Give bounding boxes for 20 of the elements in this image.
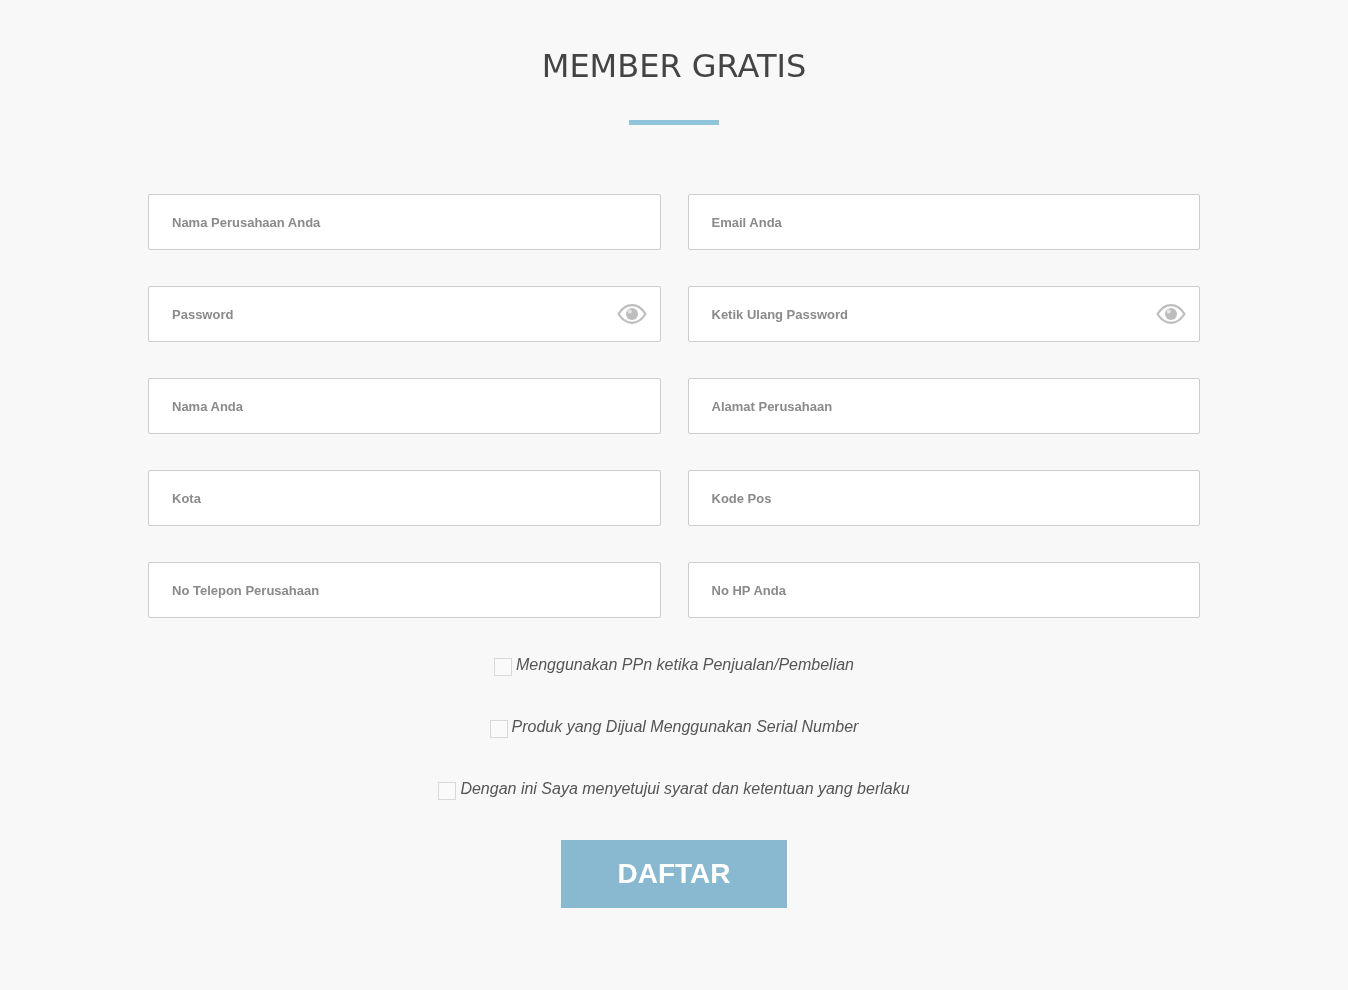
text-field[interactable]: No HP Anda	[687, 562, 1200, 618]
text-field[interactable]: Kota	[148, 470, 661, 526]
password-field[interactable]: Password	[148, 286, 661, 342]
checkbox-label: Dengan ini Saya menyetujui syarat dan ketentuan yang berlaku	[460, 780, 910, 798]
checkbox[interactable]	[489, 720, 508, 738]
page-title: MEMBER GRATIS	[541, 46, 807, 86]
checkbox-label: Produk yang Dijual Menggunakan Serial Number	[511, 718, 859, 736]
eye-icon[interactable]	[616, 304, 647, 324]
text-field[interactable]: Email Anda	[687, 194, 1200, 250]
password-field[interactable]: Ketik Ulang Password	[687, 286, 1200, 342]
checkbox[interactable]	[438, 782, 457, 800]
text-field[interactable]: Nama Perusahaan Anda	[148, 194, 661, 250]
register-button[interactable]: DAFTAR	[561, 840, 787, 908]
eye-icon[interactable]	[1156, 304, 1186, 324]
text-field[interactable]: Alamat Perusahaan	[687, 378, 1200, 434]
text-field[interactable]: No Telepon Perusahaan	[148, 562, 661, 618]
checkbox-label: Menggunakan PPn ketika Penjualan/Pembelian	[516, 656, 854, 674]
text-field[interactable]: Kode Pos	[687, 470, 1200, 526]
text-field[interactable]: Nama Anda	[148, 378, 661, 434]
checkbox[interactable]	[494, 658, 512, 676]
